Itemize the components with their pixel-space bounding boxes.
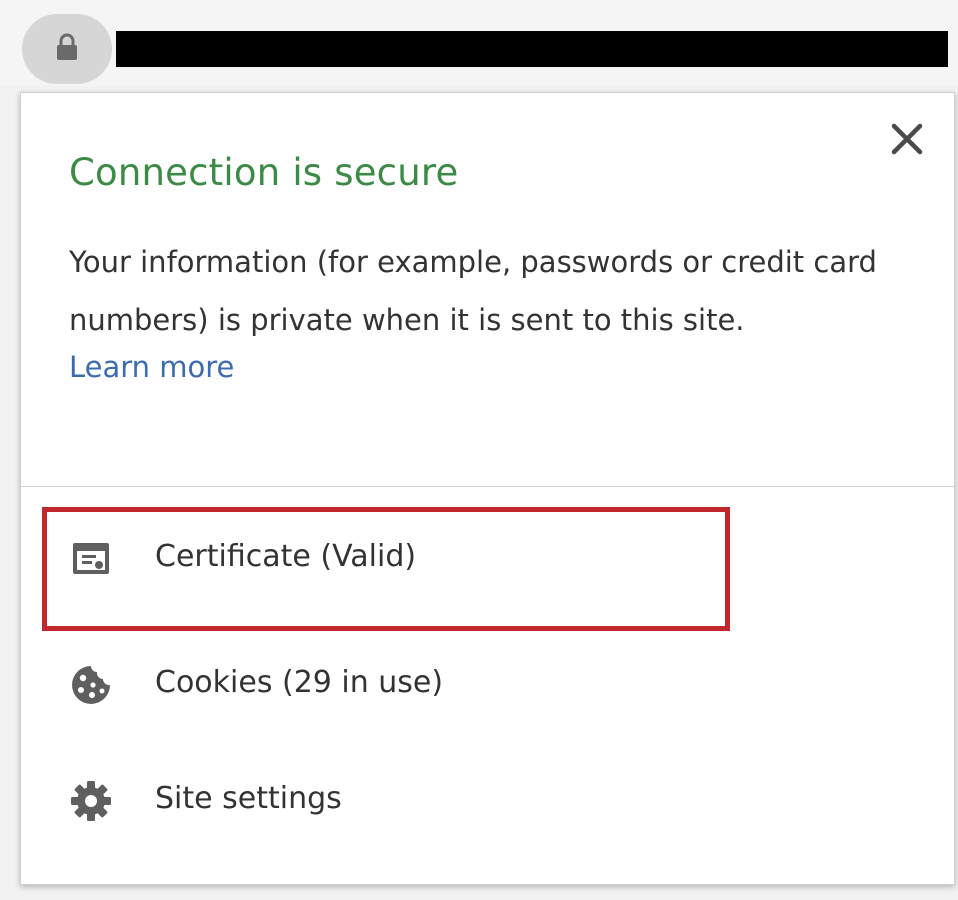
- cookies-item[interactable]: Cookies (29 in use): [43, 637, 733, 733]
- divider: [21, 486, 954, 487]
- close-button[interactable]: [885, 117, 929, 161]
- certificate-label: Certificate (Valid): [155, 539, 417, 574]
- gear-icon: [69, 779, 113, 823]
- address-bar: [0, 0, 958, 86]
- certificate-icon: [69, 537, 113, 581]
- url-redacted: [116, 31, 948, 67]
- site-settings-item[interactable]: Site settings: [43, 753, 733, 849]
- site-info-button[interactable]: [22, 14, 112, 84]
- lock-icon: [57, 33, 77, 60]
- cookie-icon: [69, 663, 113, 707]
- close-icon: [891, 123, 923, 155]
- site-settings-label: Site settings: [155, 781, 342, 816]
- certificate-item[interactable]: Certificate (Valid): [43, 511, 733, 607]
- page-title: Connection is secure: [69, 151, 459, 194]
- cookies-label: Cookies (29 in use): [155, 665, 444, 700]
- site-info-popup: Connection is secure Your information (f…: [20, 92, 955, 885]
- learn-more-link[interactable]: Learn more: [69, 350, 234, 384]
- security-description: Your information (for example, passwords…: [69, 245, 877, 337]
